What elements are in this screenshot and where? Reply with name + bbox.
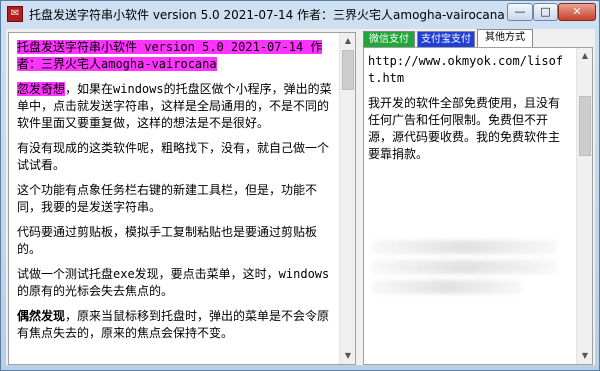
tab-other[interactable]: 其他方式 [477, 29, 533, 47]
donation-panel: 微信支付 支付宝支付 其他方式 http://www.okmyok.com/li… [363, 29, 593, 365]
tab-strip: 微信支付 支付宝支付 其他方式 [363, 29, 593, 47]
client-area: 托盘发送字符串小软件 version 5.0 2021-07-14 作者：三界火… [6, 29, 595, 365]
tab-wechat-pay[interactable]: 微信支付 [363, 31, 415, 47]
donation-textbox[interactable]: http://www.okmyok.com/lisoft.htm 我开发的软件全… [363, 47, 593, 365]
scroll-thumb[interactable] [579, 96, 591, 156]
title-bar[interactable]: ✉ 托盘发送字符串小软件 version 5.0 2021-07-14 作者：三… [1, 1, 599, 27]
scroll-up-icon[interactable]: ▲ [340, 33, 355, 49]
blurred-text [372, 260, 557, 274]
blurred-text [372, 280, 522, 294]
paragraph-5: 试做一个测试托盘exe发现，要点击菜单，这时，windows的原有的光标会失去焦… [17, 267, 330, 298]
website-url: http://www.okmyok.com/lisoft.htm [368, 54, 564, 85]
pane-splitter[interactable] [358, 32, 362, 365]
blurred-text [372, 240, 557, 254]
lead-highlight: 忽发奇想 [17, 82, 66, 96]
scroll-thumb[interactable] [342, 50, 354, 90]
scroll-up-icon[interactable]: ▲ [577, 48, 592, 64]
minimize-button[interactable]: — [507, 3, 533, 21]
window-title: 托盘发送字符串小软件 version 5.0 2021-07-14 作者：三界火… [29, 8, 505, 22]
left-scrollbar[interactable]: ▲ ▼ [339, 33, 355, 364]
description-text: 托盘发送字符串小软件 version 5.0 2021-07-14 作者：三界火… [17, 39, 335, 350]
maximize-button[interactable]: □ [533, 3, 558, 21]
paragraph-1: ，如果在windows的托盘区做个小程序，弹出的菜单中，点击就发送字符串，这样是… [17, 82, 332, 130]
paragraph-2: 有没有现成的这类软件呢，粗略找下，没有，就自己做一个试试看。 [17, 141, 330, 172]
description-textbox[interactable]: 托盘发送字符串小软件 version 5.0 2021-07-14 作者：三界火… [8, 32, 356, 365]
app-icon[interactable]: ✉ [7, 6, 23, 22]
donation-paragraph: 我开发的软件全部免费使用，且没有任何广告和任何限制。免费但不开源，源代码要收费。… [368, 96, 561, 161]
donation-text: http://www.okmyok.com/lisoft.htm 我开发的软件全… [368, 53, 568, 171]
scroll-down-icon[interactable]: ▼ [577, 348, 592, 364]
paragraph-4: 代码要通过剪贴板，模拟手工复制粘贴也是要通过剪贴板的。 [17, 225, 318, 256]
right-scrollbar[interactable]: ▲ ▼ [576, 48, 592, 364]
tab-alipay[interactable]: 支付宝支付 [417, 31, 475, 47]
app-window: ✉ 托盘发送字符串小软件 version 5.0 2021-07-14 作者：三… [0, 0, 600, 371]
paragraph-3: 这个功能有点象任务栏右键的新建工具栏，但是，功能不同，我要的是发送字符串。 [17, 183, 318, 214]
header-highlight: 托盘发送字符串小软件 version 5.0 2021-07-14 作者：三界火… [17, 40, 323, 71]
close-button[interactable]: ✕ [558, 3, 596, 21]
lead-bold: 偶然发现 [17, 309, 66, 323]
scroll-down-icon[interactable]: ▼ [340, 348, 355, 364]
